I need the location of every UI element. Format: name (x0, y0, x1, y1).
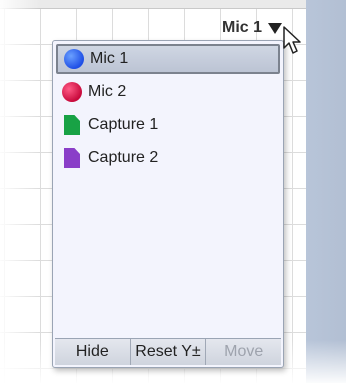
caret-down-icon[interactable] (268, 22, 283, 34)
red-circle-icon (62, 82, 82, 102)
hide-button[interactable]: Hide (55, 339, 131, 365)
menu-list: Mic 1 Mic 2 Capture 1 Capture 2 (56, 44, 280, 176)
move-button[interactable]: Move (206, 339, 281, 365)
reset-y-button[interactable]: Reset Y± (131, 339, 207, 365)
green-document-icon (64, 115, 80, 135)
menu-item-mic-1[interactable]: Mic 1 (56, 44, 280, 74)
side-panel (306, 0, 346, 383)
menu-item-label: Mic 2 (88, 83, 127, 100)
track-selector[interactable]: Mic 1 (222, 18, 283, 38)
purple-document-icon (64, 148, 80, 168)
left-fade (0, 0, 40, 383)
track-selector-label: Mic 1 (222, 19, 263, 36)
blue-circle-icon (64, 49, 84, 69)
mouse-pointer-icon (283, 26, 301, 54)
menu-item-capture-2[interactable]: Capture 2 (56, 143, 280, 173)
dropdown-footer: Hide Reset Y± Move (55, 338, 281, 365)
track-dropdown: Mic 1 Mic 2 Capture 1 Capture 2 Hide Res… (52, 40, 284, 368)
menu-item-mic-2[interactable]: Mic 2 (56, 77, 280, 107)
menu-item-label: Mic 1 (90, 50, 129, 67)
top-edge (0, 0, 306, 9)
menu-item-label: Capture 2 (88, 149, 159, 166)
menu-item-label: Capture 1 (88, 116, 159, 133)
menu-item-capture-1[interactable]: Capture 1 (56, 110, 280, 140)
